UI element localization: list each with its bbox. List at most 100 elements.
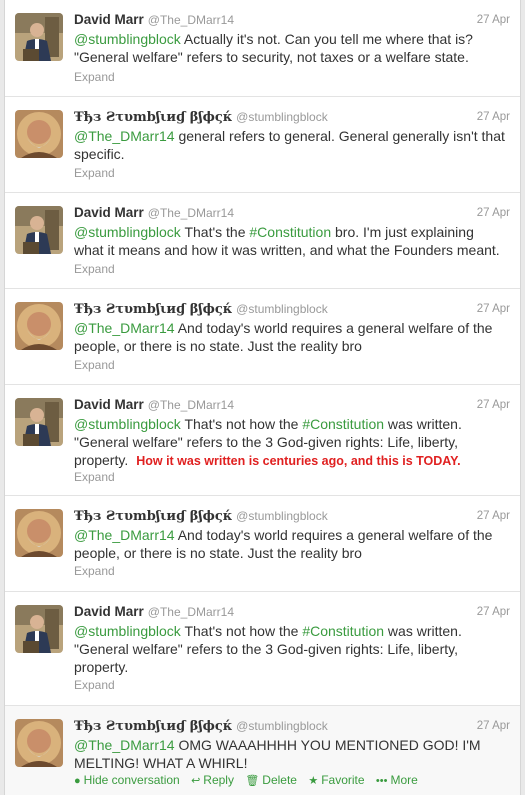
tweet-text: @stumblingblock Actually it's not. Can y…	[74, 30, 506, 66]
tweet-timestamp[interactable]: 27 Apr	[477, 204, 510, 222]
tweet[interactable]: Ŧђз Ƨτυmbʃιиɠ βʃϕςќ @stumblingblock 27 Ap…	[5, 496, 520, 592]
avatar[interactable]	[15, 398, 63, 446]
tweet-timestamp[interactable]: 27 Apr	[477, 603, 510, 621]
expand-link[interactable]: Expand	[74, 564, 115, 578]
tweet-text-body: That's not how the	[180, 623, 303, 639]
more-button[interactable]: ••• More	[376, 772, 418, 789]
avatar[interactable]	[15, 110, 63, 158]
mention-link[interactable]: @The_DMarr14	[74, 128, 175, 144]
tweet-text: @stumblingblock That's not how the #Cons…	[74, 622, 506, 676]
reply-label: Reply	[203, 773, 234, 787]
author-handle[interactable]: @stumblingblock	[236, 719, 328, 733]
expand-link[interactable]: Expand	[74, 470, 115, 484]
mention-link[interactable]: @stumblingblock	[74, 623, 181, 639]
avatar-image	[15, 206, 63, 254]
tweet-text-body: That's not how the	[180, 416, 303, 432]
avatar-image	[15, 719, 63, 767]
trash-icon: 🗑	[245, 775, 260, 787]
mention-link[interactable]: @The_DMarr14	[74, 737, 175, 753]
expand-link[interactable]: Expand	[74, 262, 115, 276]
avatar-image	[15, 398, 63, 446]
tweet-text: @The_DMarr14 And today's world requires …	[74, 319, 506, 355]
mention-link[interactable]: @stumblingblock	[74, 224, 181, 240]
avatar-image	[15, 302, 63, 350]
favorite-label: Favorite	[321, 773, 365, 787]
tweet-header: Ŧђз Ƨτυmbʃιиɠ βʃϕςќ @stumblingblock 27 Ap…	[74, 507, 510, 525]
author-name[interactable]: Ŧђз Ƨτυmbʃιиɠ βʃϕςќ	[74, 719, 232, 734]
author-name[interactable]: David Marr	[74, 205, 144, 220]
tweet-text: @stumblingblock That's the #Constitution…	[74, 223, 506, 259]
hashtag-link[interactable]: #Constitution	[302, 416, 384, 432]
avatar-image	[15, 110, 63, 158]
avatar[interactable]	[15, 13, 63, 61]
conversation-timeline: David Marr @The_DMarr14 27 Apr @stumbling…	[4, 0, 521, 795]
favorite-button[interactable]: ★ Favorite	[308, 772, 364, 789]
author-name[interactable]: Ŧђз Ƨτυmbʃιиɠ βʃϕςќ	[74, 110, 232, 125]
avatar[interactable]	[15, 719, 63, 767]
delete-label: Delete	[262, 773, 297, 787]
author-name[interactable]: David Marr	[74, 397, 144, 412]
tweet-timestamp[interactable]: 27 Apr	[477, 507, 510, 525]
tweet[interactable]: Ŧђз Ƨτυmbʃιиɠ βʃϕςќ @stumblingblock 27 Ap…	[5, 97, 520, 193]
tweet-timestamp[interactable]: 27 Apr	[477, 108, 510, 126]
mention-link[interactable]: @The_DMarr14	[74, 320, 175, 336]
mention-link[interactable]: @stumblingblock	[74, 416, 181, 432]
expand-link[interactable]: Expand	[74, 166, 115, 180]
author-name[interactable]: Ŧђз Ƨτυmbʃιиɠ βʃϕςќ	[74, 509, 232, 524]
tweet-header: David Marr @The_DMarr14 27 Apr	[74, 11, 510, 29]
avatar[interactable]	[15, 302, 63, 350]
tweet-header: Ŧђз Ƨτυmbʃιиɠ βʃϕςќ @stumblingblock 27 Ap…	[74, 108, 510, 126]
mention-link[interactable]: @stumblingblock	[74, 31, 181, 47]
tweet-expanded[interactable]: Ŧђз Ƨτυmbʃιиɠ βʃϕςќ @stumblingblock 27 Ap…	[5, 706, 520, 795]
tweet-header: Ŧђз Ƨτυmbʃιиɠ βʃϕςќ @stumblingblock 27 Ap…	[74, 717, 510, 735]
tweet-text-body: That's the	[180, 224, 250, 240]
avatar[interactable]	[15, 509, 63, 557]
avatar[interactable]	[15, 206, 63, 254]
avatar-image	[15, 605, 63, 653]
author-name[interactable]: David Marr	[74, 12, 144, 27]
more-label: More	[390, 773, 418, 787]
delete-button[interactable]: 🗑 Delete	[245, 772, 297, 789]
author-handle[interactable]: @stumblingblock	[236, 302, 328, 316]
hashtag-link[interactable]: #Constitution	[302, 623, 384, 639]
tweet-text: @The_DMarr14 And today's world requires …	[74, 526, 506, 562]
author-name[interactable]: David Marr	[74, 604, 144, 619]
tweet-timestamp[interactable]: 27 Apr	[477, 11, 510, 29]
tweet-header: David Marr @The_DMarr14 27 Apr	[74, 204, 510, 222]
expand-link[interactable]: Expand	[74, 70, 115, 84]
star-icon: ★	[308, 775, 319, 787]
reply-button[interactable]: ↩ Reply	[191, 772, 234, 789]
tweet-timestamp[interactable]: 27 Apr	[477, 300, 510, 318]
tweet[interactable]: David Marr @The_DMarr14 27 Apr @stumbling…	[5, 193, 520, 289]
tweet-text: @The_DMarr14 OMG WAAAHHHH YOU MENTIONED …	[74, 736, 506, 772]
tweet[interactable]: David Marr @The_DMarr14 27 Apr @stumbling…	[5, 0, 520, 97]
reply-arrow-icon: ↩	[191, 775, 201, 787]
author-handle[interactable]: @stumblingblock	[236, 509, 328, 523]
avatar[interactable]	[15, 605, 63, 653]
speech-bubble-icon: ●	[74, 775, 81, 787]
tweet-header: David Marr @The_DMarr14 27 Apr	[74, 396, 510, 414]
red-annotation: How it was written is centuries ago, and…	[136, 454, 461, 468]
avatar-image	[15, 509, 63, 557]
hide-conversation-label: Hide conversation	[83, 773, 180, 787]
tweet-timestamp[interactable]: 27 Apr	[477, 717, 510, 735]
expand-link[interactable]: Expand	[74, 358, 115, 372]
mention-link[interactable]: @The_DMarr14	[74, 527, 175, 543]
avatar-image	[15, 13, 63, 61]
hide-conversation-button[interactable]: ● Hide conversation	[74, 772, 180, 789]
tweet-header: David Marr @The_DMarr14 27 Apr	[74, 603, 510, 621]
author-handle[interactable]: @stumblingblock	[236, 110, 328, 124]
author-handle[interactable]: @The_DMarr14	[148, 13, 234, 27]
tweet-header: Ŧђз Ƨτυmbʃιиɠ βʃϕςќ @stumblingblock 27 Ap…	[74, 300, 510, 318]
tweet[interactable]: David Marr @The_DMarr14 27 Apr @stumbling…	[5, 592, 520, 706]
author-handle[interactable]: @The_DMarr14	[148, 206, 234, 220]
tweet[interactable]: David Marr @The_DMarr14 27 Apr @stumbling…	[5, 385, 520, 496]
expand-link[interactable]: Expand	[74, 678, 115, 692]
author-handle[interactable]: @The_DMarr14	[148, 605, 234, 619]
author-handle[interactable]: @The_DMarr14	[148, 398, 234, 412]
hashtag-link[interactable]: #Constitution	[249, 224, 331, 240]
author-name[interactable]: Ŧђз Ƨτυmbʃιиɠ βʃϕςќ	[74, 302, 232, 317]
tweet-timestamp[interactable]: 27 Apr	[477, 396, 510, 414]
tweet-text: @stumblingblock That's not how the #Cons…	[74, 415, 506, 470]
tweet[interactable]: Ŧђз Ƨτυmbʃιиɠ βʃϕςќ @stumblingblock 27 Ap…	[5, 289, 520, 385]
